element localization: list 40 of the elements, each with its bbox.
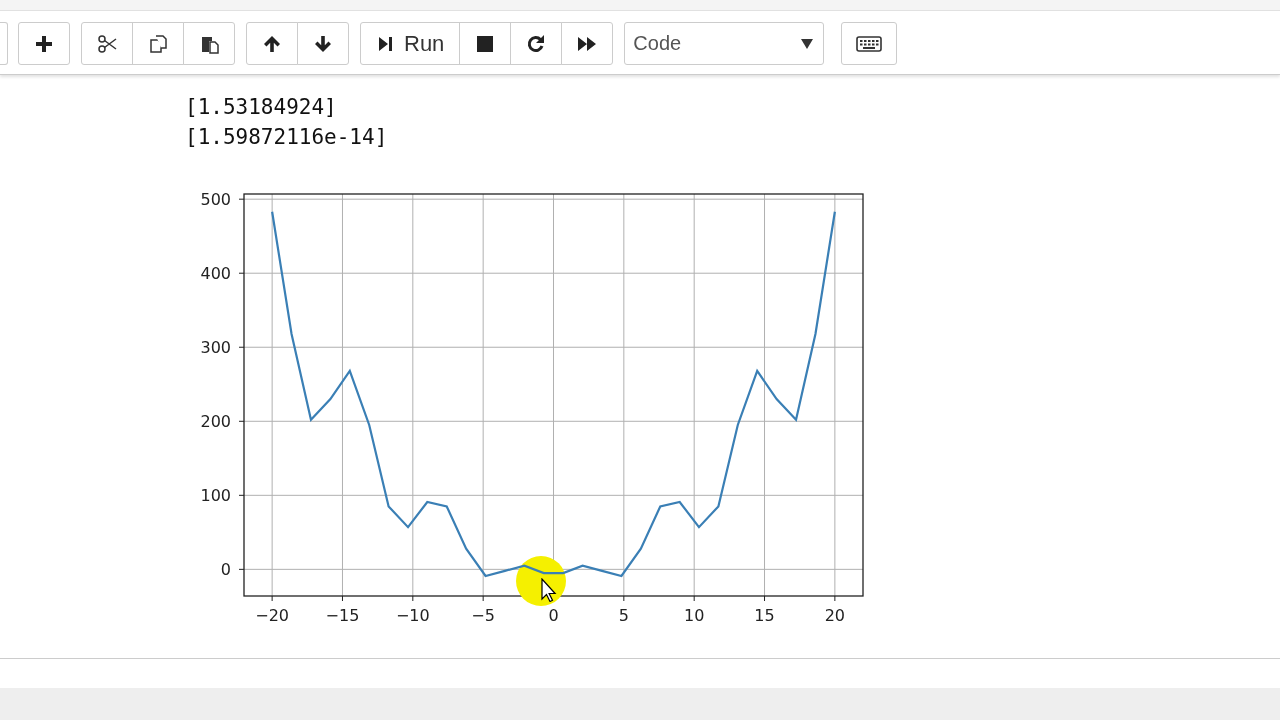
x-tick-label: −20 xyxy=(255,606,289,625)
copy-button[interactable] xyxy=(132,22,184,65)
x-tick-label: 15 xyxy=(754,606,775,625)
fast-forward-button[interactable] xyxy=(561,22,614,65)
keyboard-button[interactable] xyxy=(841,22,898,65)
stop-icon xyxy=(475,33,496,54)
stop-button[interactable] xyxy=(459,22,512,65)
caret-icon xyxy=(801,38,814,49)
cell-type-dropdown[interactable]: Code xyxy=(624,22,825,65)
output-text: [1.53184924] xyxy=(185,94,337,121)
down-button[interactable] xyxy=(297,22,349,65)
run-button[interactable]: Run xyxy=(360,22,461,65)
cut-button[interactable] xyxy=(81,22,133,65)
y-tick-label: 200 xyxy=(200,412,231,432)
cut-icon xyxy=(97,33,117,54)
x-tick-label: −5 xyxy=(471,606,495,625)
output-text: [1.59872116e-14] xyxy=(185,124,388,151)
up-button[interactable] xyxy=(246,22,298,65)
y-tick-label: 300 xyxy=(200,338,231,358)
plus-icon xyxy=(34,33,54,54)
x-tick-label: 5 xyxy=(618,606,629,625)
x-tick-label: 20 xyxy=(824,606,846,625)
keyboard-icon xyxy=(856,35,883,52)
x-tick-label: −15 xyxy=(325,606,360,625)
down-icon xyxy=(313,33,333,54)
y-tick-label: 500 xyxy=(200,190,231,210)
restart-icon xyxy=(526,33,547,54)
plus-button[interactable] xyxy=(18,22,70,65)
x-tick-label: 0 xyxy=(548,606,559,625)
up-icon xyxy=(262,33,282,54)
y-tick-label: 400 xyxy=(200,264,231,284)
y-tick-label: 0 xyxy=(220,560,231,580)
cursor-highlight xyxy=(516,556,566,606)
y-tick-label: 100 xyxy=(200,486,231,506)
x-tick-label: 10 xyxy=(684,606,705,625)
x-tick-label: −10 xyxy=(395,606,430,625)
cursor-icon xyxy=(541,578,557,602)
restart-button[interactable] xyxy=(510,22,563,65)
copy-icon xyxy=(148,33,168,54)
paste-button[interactable] xyxy=(183,22,235,65)
